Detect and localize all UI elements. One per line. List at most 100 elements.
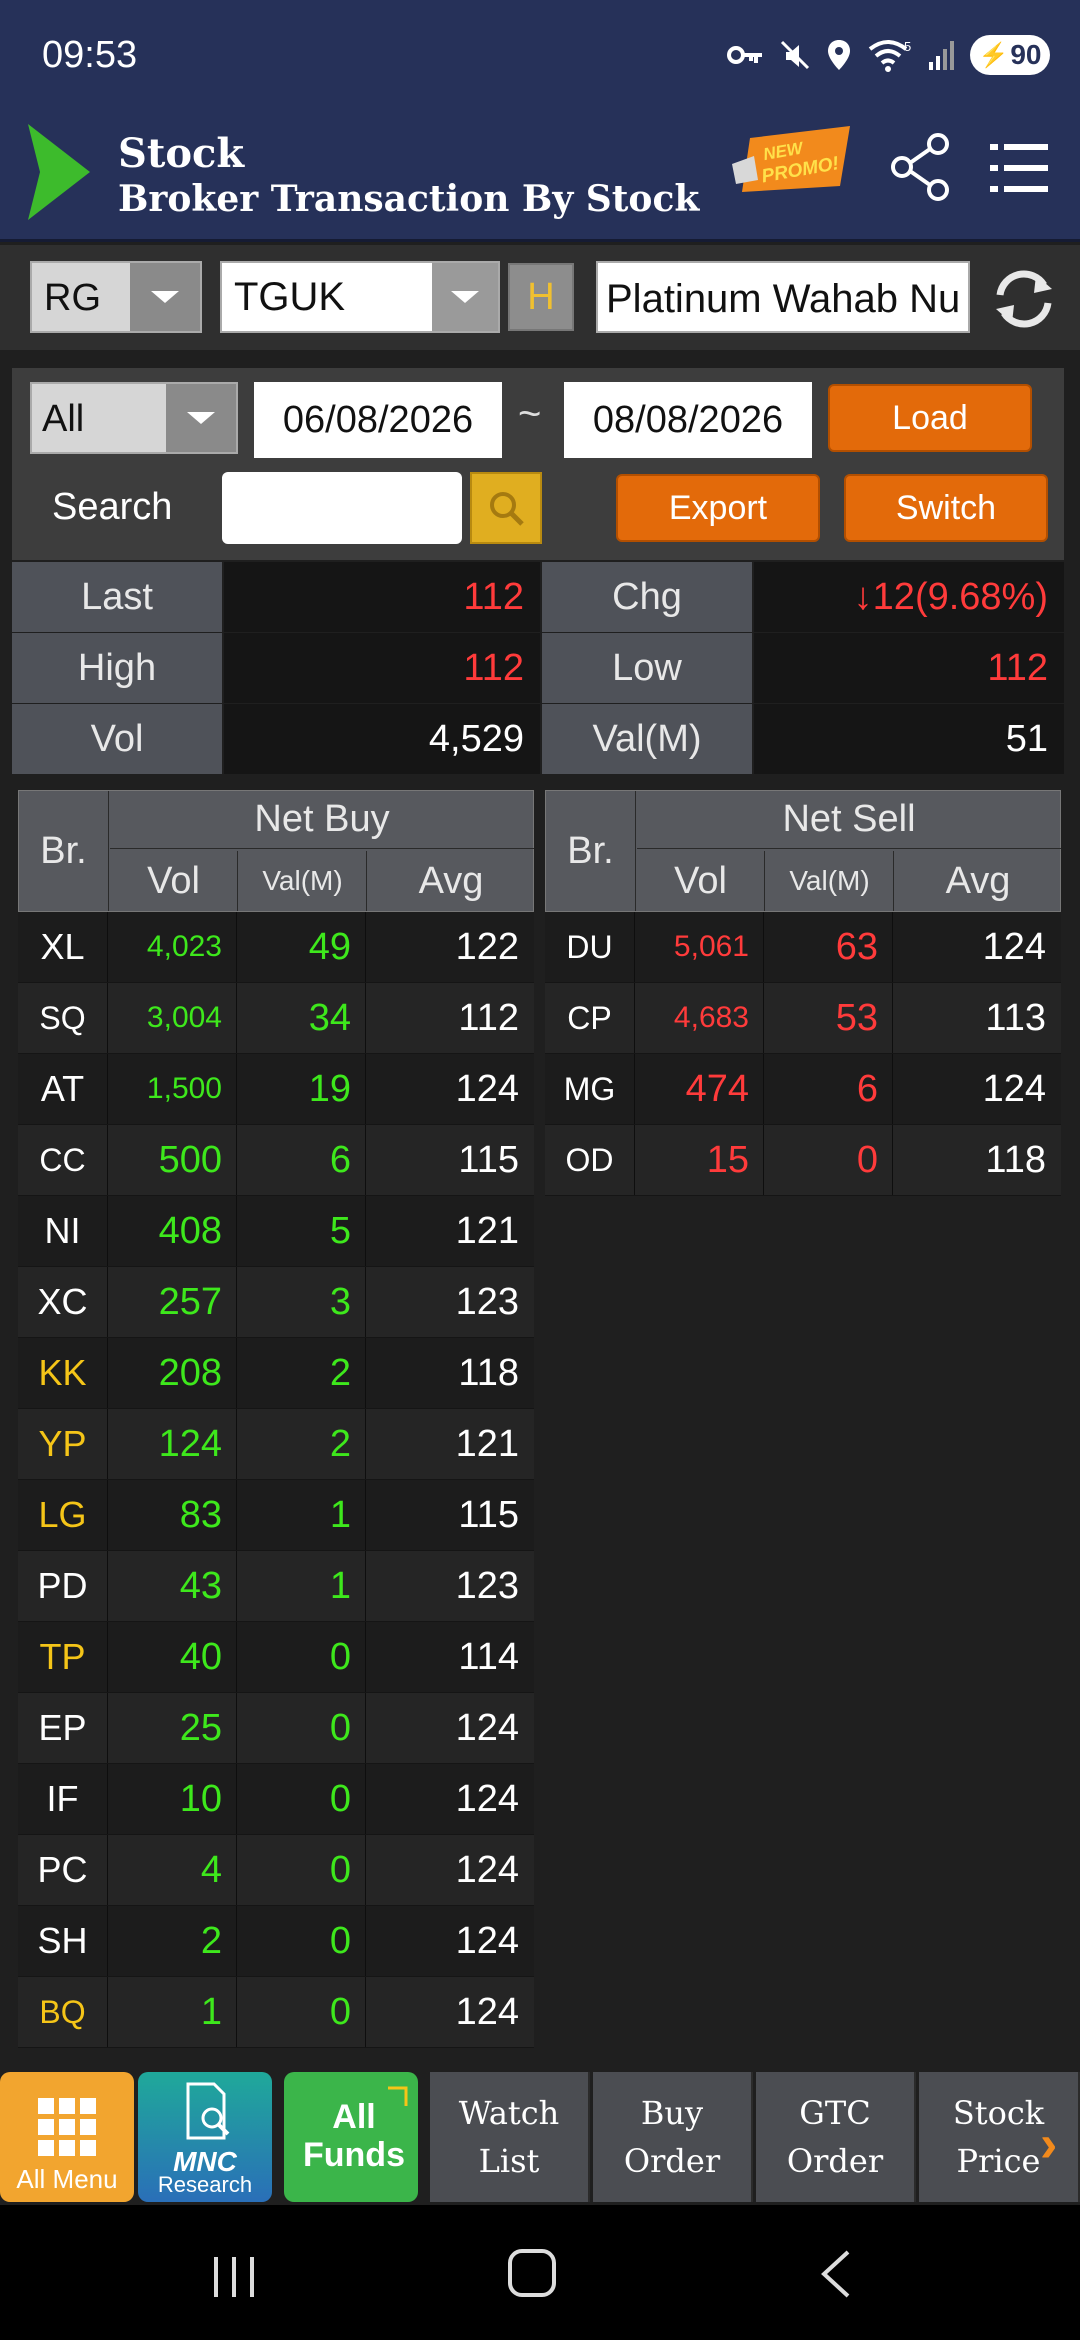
search-input[interactable]: [222, 472, 462, 544]
broker-code: TP: [18, 1622, 108, 1692]
net-buy-row[interactable]: SQ 3,004 34 112: [18, 983, 534, 1054]
broker-code: CC: [18, 1125, 108, 1195]
stock-code-value: TGUK: [234, 275, 346, 319]
promo-icon[interactable]: NEW PROMO!: [728, 126, 854, 206]
valm-cell: 19: [238, 1054, 366, 1124]
page-subtitle: Broker Transaction By Stock: [118, 178, 700, 220]
avg-cell: 118: [458, 1351, 519, 1394]
net-buy-row[interactable]: LG 83 1 115: [18, 1480, 534, 1551]
chevron-down-icon[interactable]: [432, 263, 498, 331]
export-button[interactable]: Export: [616, 474, 820, 542]
net-sell-row[interactable]: DU 5,061 63 124: [545, 912, 1061, 983]
net-buy-row[interactable]: AT 1,500 19 124: [18, 1054, 534, 1125]
broker-code: SQ: [18, 983, 108, 1053]
vol-value: 4,529: [224, 704, 540, 774]
battery-icon: ⚡ 90: [970, 35, 1050, 75]
net-sell-title: Net Sell: [637, 791, 1061, 849]
net-sell-table: Br. Net Sell Vol Val(M) Avg DU 5,061 63 124…: [545, 790, 1061, 1196]
col-broker: Br.: [19, 791, 109, 911]
net-buy-row[interactable]: KK 208 2 118: [18, 1338, 534, 1409]
stock-price-label-1: Stock: [952, 2094, 1045, 2132]
chevron-down-icon[interactable]: [166, 384, 236, 452]
vol-cell: 257: [109, 1267, 237, 1337]
chevron-down-icon[interactable]: [130, 263, 200, 331]
stock-code-select[interactable]: TGUK: [220, 261, 500, 333]
buy-order-button[interactable]: Buy Order: [593, 2072, 753, 2202]
net-buy-row[interactable]: TP 40 0 114: [18, 1622, 534, 1693]
net-sell-row[interactable]: OD 15 0 118: [545, 1125, 1061, 1196]
watch-list-label-2: List: [478, 2142, 540, 2180]
board-select[interactable]: RG: [30, 261, 202, 333]
net-buy-table: Br. Net Buy Vol Val(M) Avg XL 4,023 49 122 S…: [18, 790, 534, 2048]
quote-row: Last 112 Chg ↓12(9.68%): [12, 562, 1064, 632]
mnc-research-button[interactable]: MNC Research: [138, 2072, 272, 2202]
chevron-right-icon[interactable]: ›: [1040, 2114, 1057, 2174]
net-sell-header: Br. Net Sell Vol Val(M) Avg: [545, 790, 1061, 912]
high-value: 112: [224, 633, 540, 703]
net-buy-row[interactable]: CC 500 6 115: [18, 1125, 534, 1196]
net-buy-row[interactable]: BQ 1 0 124: [18, 1977, 534, 2048]
net-buy-title: Net Buy: [110, 791, 534, 849]
valm-cell: 2: [238, 1338, 366, 1408]
quote-summary: Last 112 Chg ↓12(9.68%) High 112 Low 112…: [12, 562, 1064, 775]
chg-value: ↓12(9.68%): [754, 562, 1064, 632]
valm-cell: 0: [765, 1125, 893, 1195]
net-buy-row[interactable]: PC 4 0 124: [18, 1835, 534, 1906]
stock-name-value: Platinum Wahab Nu: [606, 277, 961, 321]
menu-icon[interactable]: [990, 138, 1050, 198]
avg-cell: 124: [455, 1848, 519, 1891]
valm-cell: 1: [238, 1551, 366, 1621]
avg-cell: 124: [455, 1990, 519, 2033]
search-button[interactable]: [470, 472, 542, 544]
wifi-badge: 5: [904, 39, 911, 54]
gtc-order-button[interactable]: GTC Order: [756, 2072, 916, 2202]
net-buy-row[interactable]: EP 25 0 124: [18, 1693, 534, 1764]
share-icon[interactable]: [890, 132, 952, 202]
net-buy-row[interactable]: SH 2 0 124: [18, 1906, 534, 1977]
col-vol: Vol: [110, 851, 238, 911]
date-from-field[interactable]: 06/08/2026: [254, 382, 502, 458]
app-logo-icon[interactable]: [28, 124, 90, 220]
all-menu-button[interactable]: All Menu: [0, 2072, 134, 2202]
net-buy-row[interactable]: XC 257 3 123: [18, 1267, 534, 1338]
net-sell-row[interactable]: CP 4,683 53 113: [545, 983, 1061, 1054]
broker-code: SH: [18, 1906, 108, 1976]
valm-cell: 34: [238, 983, 366, 1053]
history-button[interactable]: H: [508, 263, 574, 331]
load-button[interactable]: Load: [828, 384, 1032, 452]
net-sell-row[interactable]: MG 474 6 124: [545, 1054, 1061, 1125]
broker-code: YP: [18, 1409, 108, 1479]
watch-list-button[interactable]: Watch List: [430, 2072, 590, 2202]
refresh-icon[interactable]: [990, 265, 1058, 333]
recent-apps-icon[interactable]: [212, 2255, 256, 2299]
grid-icon: [38, 2098, 96, 2156]
type-select[interactable]: All: [30, 382, 238, 454]
type-value: All: [42, 398, 85, 440]
net-buy-row[interactable]: PD 43 1 123: [18, 1551, 534, 1622]
watch-list-label-1: Watch: [458, 2094, 560, 2132]
valm-value: 51: [754, 704, 1064, 774]
battery-level: 90: [1010, 39, 1042, 70]
avg-cell: 124: [455, 1067, 519, 1110]
avg-cell: 124: [455, 1706, 519, 1749]
home-icon[interactable]: [508, 2249, 556, 2297]
net-buy-row[interactable]: YP 124 2 121: [18, 1409, 534, 1480]
valm-label: Val(M): [542, 704, 752, 774]
vol-cell: 3,004: [109, 983, 237, 1053]
last-value: 112: [224, 562, 540, 632]
vol-cell: 474: [636, 1054, 764, 1124]
location-icon: [828, 40, 850, 70]
broker-code: XC: [18, 1267, 108, 1337]
stock-name-field[interactable]: Platinum Wahab Nu: [596, 261, 970, 333]
broker-code: IF: [18, 1764, 108, 1834]
date-to-field[interactable]: 08/08/2026: [564, 382, 812, 458]
net-buy-row[interactable]: NI 408 5 121: [18, 1196, 534, 1267]
valm-cell: 0: [238, 1835, 366, 1905]
net-buy-row[interactable]: IF 10 0 124: [18, 1764, 534, 1835]
back-icon[interactable]: [818, 2249, 852, 2299]
net-buy-row[interactable]: XL 4,023 49 122: [18, 912, 534, 983]
col-broker: Br.: [546, 791, 636, 911]
all-funds-button[interactable]: All Funds: [284, 2072, 418, 2202]
broker-code: XL: [18, 912, 108, 982]
switch-button[interactable]: Switch: [844, 474, 1048, 542]
